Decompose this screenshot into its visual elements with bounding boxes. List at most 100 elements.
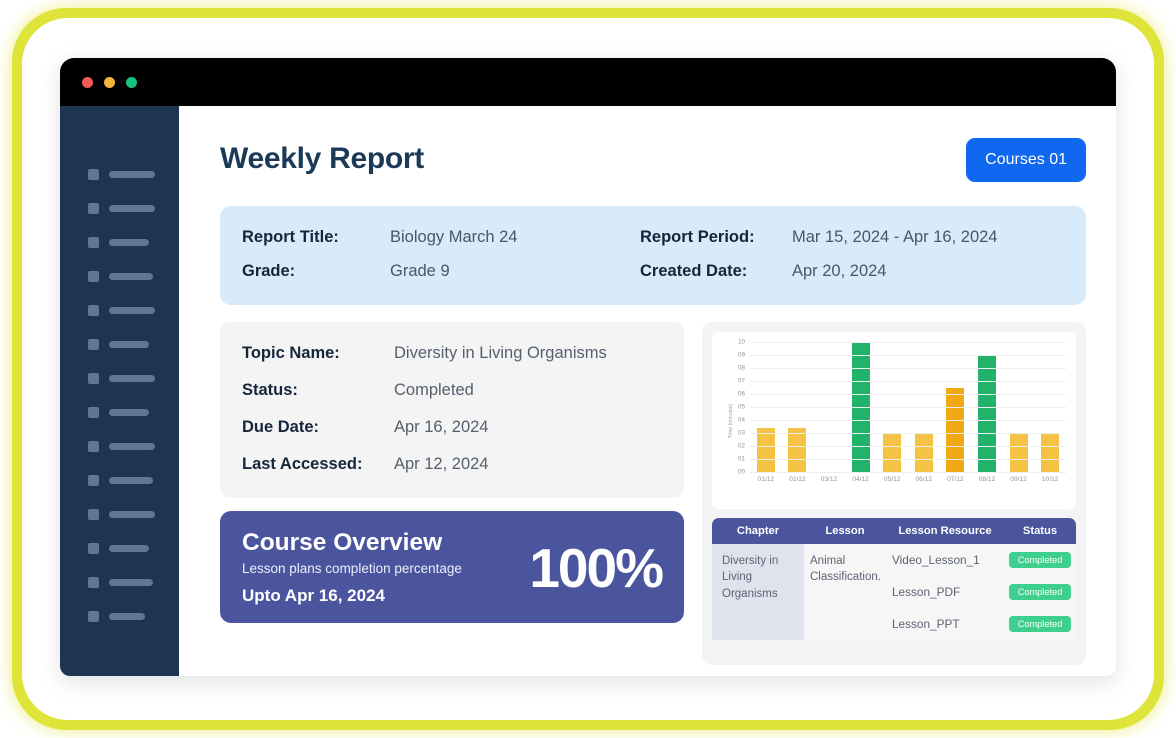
chart-gridline: 08 — [738, 365, 1066, 372]
sidebar-item-label-placeholder — [109, 510, 155, 518]
browser-window: Weekly Report Courses 01 Report Title: B… — [60, 58, 1116, 676]
topic-name-value: Diversity in Living Organisms — [394, 344, 607, 362]
sidebar-item-2[interactable] — [60, 202, 179, 214]
grade-label: Grade: — [242, 262, 296, 280]
chart-x-tick: 09/12 — [1010, 476, 1027, 483]
close-button-dot[interactable] — [82, 76, 93, 88]
chart-y-tick: 04 — [737, 416, 745, 424]
chart-x-tick: 02/12 — [789, 476, 806, 483]
sidebar-item-6[interactable] — [60, 338, 179, 350]
course-overview-title: Course Overview — [242, 528, 443, 556]
chart-gridline: 06 — [738, 391, 1066, 398]
chart-bar — [883, 434, 902, 472]
page-title: Weekly Report — [220, 142, 424, 175]
chart-x-tick: 07/12 — [947, 476, 964, 483]
chart-gridline: 10 — [738, 339, 1066, 346]
sidebar-item-13[interactable] — [60, 576, 179, 588]
content-columns: Topic Name: Diversity in Living Organism… — [220, 322, 1086, 665]
chart-bar — [756, 427, 775, 472]
sidebar-item-14[interactable] — [60, 610, 179, 622]
chart-gridline: 01 — [738, 456, 1066, 463]
sidebar-item-label-placeholder — [109, 612, 145, 620]
sidebar-item-label-placeholder — [109, 272, 153, 280]
sidebar-item-icon — [88, 474, 99, 486]
chart-bar — [788, 427, 807, 472]
chart-y-tick: 00 — [737, 468, 745, 476]
table-row: Lesson_PDF Completed — [886, 576, 1076, 608]
sidebar-item-icon — [88, 406, 99, 418]
sidebar-item-icon — [88, 508, 99, 520]
table-cell-status: Completed — [1004, 552, 1076, 568]
chart-gridline: 05 — [738, 404, 1066, 411]
created-date-value: Apr 20, 2024 — [792, 262, 887, 280]
course-overview-card: Course Overview Lesson plans completion … — [220, 511, 684, 623]
chart-gridline: 00 — [738, 469, 1066, 476]
window-titlebar — [60, 58, 1116, 106]
chart-x-tick: 06/12 — [915, 476, 933, 483]
sidebar-item-9[interactable] — [60, 440, 179, 452]
table-cell-chapter: Diversity in Living Organisms — [712, 544, 804, 640]
chart-y-tick: 07 — [737, 377, 745, 385]
courses-button[interactable]: Courses 01 — [966, 138, 1086, 182]
chart-y-tick: 09 — [737, 351, 745, 359]
last-accessed-value: Apr 12, 2024 — [394, 455, 489, 473]
topic-detail-card: Topic Name: Diversity in Living Organism… — [220, 322, 684, 498]
sidebar-item-10[interactable] — [60, 474, 179, 486]
chart-gridline: 04 — [738, 417, 1066, 424]
sidebar-item-4[interactable] — [60, 270, 179, 282]
chart-y-tick: 03 — [737, 429, 745, 437]
table-cell-status: Completed — [1004, 584, 1076, 600]
chart-x-tick-labels: 01/12 02/12 03/12 04/12 05/12 06/12 07/12 08/12… — [750, 476, 1066, 483]
table-cell-resource: Lesson_PPT — [892, 617, 960, 631]
table-cell-lesson: Animal Classification. — [810, 555, 881, 584]
chart-gridline: 03 — [738, 430, 1066, 437]
chart-y-tick: 01 — [737, 455, 745, 463]
status-badge: Completed — [1008, 616, 1072, 632]
course-overview-upto: Upto Apr 16, 2024 — [242, 586, 385, 606]
chart-bar — [1009, 434, 1028, 472]
sidebar-item-1[interactable] — [60, 168, 179, 180]
sidebar-item-label-placeholder — [109, 340, 149, 348]
chart-x-tick: 03/12 — [820, 476, 838, 483]
status-badge: Completed — [1008, 584, 1072, 600]
chart-x-tick: 04/12 — [852, 476, 869, 483]
sidebar-item-11[interactable] — [60, 508, 179, 520]
page-header: Weekly Report Courses 01 — [220, 138, 1086, 182]
left-column: Topic Name: Diversity in Living Organism… — [220, 322, 684, 665]
maximize-button-dot[interactable] — [126, 76, 137, 88]
chart-y-tick: 08 — [737, 364, 745, 372]
sidebar-item-8[interactable] — [60, 406, 179, 418]
table-cell-resource: Video_Lesson_1 — [892, 553, 980, 567]
chart-x-tick: 05/12 — [883, 476, 901, 483]
sidebar-item-label-placeholder — [109, 238, 149, 246]
sidebar-item-icon — [88, 236, 99, 248]
main-content: Weekly Report Courses 01 Report Title: B… — [179, 106, 1116, 676]
window-body: Weekly Report Courses 01 Report Title: B… — [60, 106, 1116, 676]
completion-percentage: 100% — [529, 536, 664, 599]
table-row: Video_Lesson_1 Completed — [886, 544, 1076, 576]
chart-y-axis-label: Time (minutes) — [728, 403, 735, 438]
table-cell-status: Completed — [1004, 616, 1076, 632]
chart-bar — [977, 355, 996, 472]
sidebar-item-label-placeholder — [109, 204, 155, 212]
status-label: Status: — [242, 381, 298, 399]
sidebar-item-label-placeholder — [109, 408, 149, 416]
sidebar-item-5[interactable] — [60, 304, 179, 316]
sidebar-item-12[interactable] — [60, 542, 179, 554]
sidebar-item-icon — [88, 304, 99, 316]
topic-name-label: Topic Name: — [242, 344, 340, 362]
status-value: Completed — [394, 381, 474, 399]
minimize-button-dot[interactable] — [104, 76, 115, 88]
status-badge: Completed — [1008, 552, 1072, 568]
sidebar-item-label-placeholder — [109, 170, 155, 178]
sidebar-item-7[interactable] — [60, 372, 179, 384]
created-date-label: Created Date: — [640, 262, 748, 280]
report-period-value: Mar 15, 2024 - Apr 16, 2024 — [792, 228, 998, 246]
sidebar-item-3[interactable] — [60, 236, 179, 248]
table-row: Lesson_PPT Completed — [886, 608, 1076, 640]
chart-x-tick: 08/12 — [978, 476, 996, 483]
column-header-resource: Lesson Resource — [898, 525, 992, 537]
last-accessed-label: Last Accessed: — [242, 455, 363, 473]
column-header-lesson: Lesson — [825, 525, 865, 537]
chart-y-tick: 02 — [737, 442, 745, 450]
